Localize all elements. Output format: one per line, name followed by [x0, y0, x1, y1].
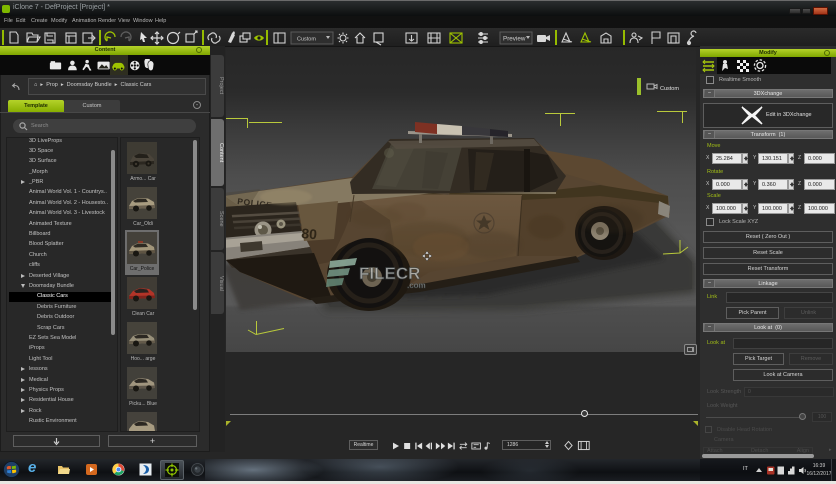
- svg-text:Preview: Preview: [503, 36, 526, 43]
- svg-text:.com: .com: [407, 281, 426, 290]
- svg-text:80: 80: [301, 225, 318, 242]
- svg-text:Custom: Custom: [297, 37, 316, 43]
- svg-text:Custom: Custom: [660, 86, 679, 92]
